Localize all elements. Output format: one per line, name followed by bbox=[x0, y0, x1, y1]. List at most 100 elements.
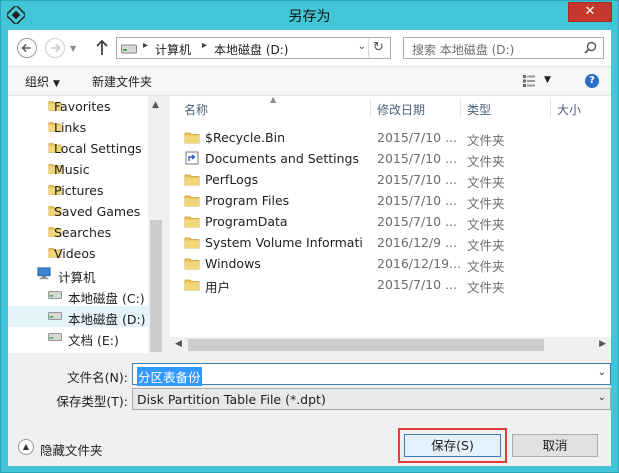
drive-icon bbox=[48, 309, 62, 324]
save-button[interactable]: 保存(S) bbox=[404, 434, 501, 457]
file-date: 2015/7/10 ... bbox=[377, 172, 457, 187]
command-toolbar: 组织 ▼ 新建文件夹 ▼ ? bbox=[8, 66, 611, 96]
file-type: 文件夹 bbox=[467, 217, 505, 232]
tree-item[interactable]: Music bbox=[8, 159, 148, 180]
file-name: ProgramData bbox=[205, 214, 288, 229]
file-row[interactable]: PerfLogs 2015/7/10 ... 文件夹 bbox=[170, 169, 611, 190]
filetype-dropdown-icon[interactable]: ⌄ bbox=[598, 392, 606, 403]
file-type: 文件夹 bbox=[467, 259, 505, 274]
tree-item[interactable]: Pictures bbox=[8, 180, 148, 201]
help-icon[interactable]: ? bbox=[585, 74, 599, 88]
file-row[interactable]: 用户 2015/7/10 ... 文件夹 bbox=[170, 274, 611, 295]
file-name: Windows bbox=[205, 256, 261, 271]
column-divider[interactable] bbox=[370, 98, 371, 118]
file-name: System Volume Informati... bbox=[205, 235, 363, 250]
horizontal-scrollbar[interactable]: ◀ ▶ bbox=[170, 337, 611, 353]
breadcrumb-separator-icon[interactable]: ▸ bbox=[202, 40, 207, 51]
scroll-right-icon[interactable]: ▶ bbox=[599, 339, 606, 349]
file-type: 文件夹 bbox=[467, 133, 505, 148]
filetype-select[interactable]: Disk Partition Table File (*.dpt) ⌄ bbox=[132, 388, 611, 410]
folder-icon bbox=[184, 214, 200, 228]
address-bar[interactable]: ▸ 计算机 ▸ 本地磁盘 (D:) ⌄ ↻ bbox=[116, 37, 391, 59]
file-row[interactable]: Program Files 2015/7/10 ... 文件夹 bbox=[170, 190, 611, 211]
file-row[interactable]: System Volume Informati... 2016/12/9 ... 文… bbox=[170, 232, 611, 253]
filename-input[interactable]: 分区表备份 ⌄ bbox=[132, 363, 611, 386]
cancel-button[interactable]: 取消 bbox=[512, 434, 598, 457]
file-date: 2015/7/10 ... bbox=[377, 277, 457, 292]
folder-icon bbox=[184, 130, 200, 144]
search-placeholder: 搜索 本地磁盘 (D:) bbox=[412, 43, 515, 57]
tree-item[interactable]: Saved Games bbox=[8, 201, 148, 222]
scroll-up-icon[interactable]: ▲ bbox=[152, 100, 159, 110]
folder-icon bbox=[184, 193, 200, 207]
column-divider[interactable] bbox=[460, 98, 461, 118]
tree-scroll-thumb[interactable] bbox=[150, 220, 162, 352]
tree-item[interactable]: 计算机 bbox=[8, 264, 148, 285]
recent-locations-caret-icon[interactable]: ▼ bbox=[70, 44, 76, 53]
file-type: 文件夹 bbox=[467, 175, 505, 190]
file-type: 文件夹 bbox=[467, 196, 505, 211]
file-type: 文件夹 bbox=[467, 238, 505, 253]
file-row[interactable]: ProgramData 2015/7/10 ... 文件夹 bbox=[170, 211, 611, 232]
file-row[interactable]: Windows 2016/12/19... 文件夹 bbox=[170, 253, 611, 274]
new-folder-button[interactable]: 新建文件夹 bbox=[92, 73, 152, 90]
column-date-modified[interactable]: 修改日期 bbox=[377, 101, 425, 118]
search-icon[interactable] bbox=[584, 41, 597, 54]
column-type[interactable]: 类型 bbox=[467, 101, 491, 118]
filetype-value: Disk Partition Table File (*.dpt) bbox=[137, 392, 326, 407]
file-date: 2015/7/10 ... bbox=[377, 214, 457, 229]
tree-item-label: 本地磁盘 (C:) bbox=[68, 291, 145, 306]
file-row[interactable]: $Recycle.Bin 2015/7/10 ... 文件夹 bbox=[170, 127, 611, 148]
forward-arrow-icon[interactable] bbox=[45, 38, 65, 58]
file-type: 文件夹 bbox=[467, 154, 505, 169]
column-size[interactable]: 大小 bbox=[557, 101, 581, 118]
file-name: PerfLogs bbox=[205, 172, 259, 187]
tree-item[interactable]: 文档 (E:) bbox=[8, 327, 148, 348]
shortcut-icon bbox=[184, 151, 200, 165]
organize-menu[interactable]: 组织 ▼ bbox=[25, 73, 60, 90]
file-row[interactable]: Documents and Settings 2015/7/10 ... 文件夹 bbox=[170, 148, 611, 169]
breadcrumb-drive-d[interactable]: 本地磁盘 (D:) bbox=[214, 41, 288, 58]
tree-scrollbar[interactable]: ▲ bbox=[148, 96, 164, 353]
refresh-icon[interactable]: ↻ bbox=[368, 39, 388, 57]
tree-item[interactable]: 本地磁盘 (D:) bbox=[8, 306, 148, 327]
navigation-tree: Favorites Links Local Settings Music Picture… bbox=[8, 96, 164, 353]
tree-item[interactable]: Favorites bbox=[8, 96, 148, 117]
tree-item-label: Videos bbox=[54, 246, 96, 261]
tree-item[interactable]: 本地磁盘 (C:) bbox=[8, 285, 148, 306]
breadcrumb-computer[interactable]: 计算机 bbox=[155, 41, 191, 58]
drive-icon bbox=[121, 44, 137, 54]
tree-item[interactable]: Local Settings bbox=[8, 138, 148, 159]
file-date: 2015/7/10 ... bbox=[377, 151, 457, 166]
organize-label: 组织 bbox=[25, 75, 50, 89]
back-arrow-icon[interactable] bbox=[17, 38, 37, 58]
drive-icon bbox=[48, 288, 62, 303]
view-options-icon[interactable] bbox=[522, 74, 536, 88]
scroll-left-icon[interactable]: ◀ bbox=[175, 339, 182, 349]
navigation-bar: ▼ ▸ 计算机 ▸ 本地磁盘 (D:) ⌄ ↻ 搜索 本地磁盘 (D:) bbox=[8, 30, 611, 66]
horizontal-scroll-thumb[interactable] bbox=[188, 339, 544, 351]
column-divider[interactable] bbox=[550, 98, 551, 118]
title-bar[interactable]: 另存为 ✕ bbox=[1, 1, 618, 29]
address-dropdown-icon[interactable]: ⌄ bbox=[358, 41, 366, 52]
save-form: 文件名(N): 分区表备份 ⌄ 保存类型(T): Disk Partition … bbox=[8, 353, 611, 466]
folder-icon bbox=[184, 256, 200, 270]
search-input[interactable]: 搜索 本地磁盘 (D:) bbox=[403, 37, 604, 59]
column-name[interactable]: 名称 bbox=[184, 101, 208, 118]
filename-value[interactable]: 分区表备份 bbox=[137, 367, 202, 386]
tree-item[interactable]: Videos bbox=[8, 243, 148, 264]
tree-item[interactable]: Links bbox=[8, 117, 148, 138]
tree-item[interactable]: Searches bbox=[8, 222, 148, 243]
view-caret-icon[interactable]: ▼ bbox=[544, 75, 551, 85]
tree-item-label: 文档 (E:) bbox=[68, 333, 119, 348]
file-name: 用户 bbox=[205, 280, 231, 295]
file-type: 文件夹 bbox=[467, 280, 505, 295]
tree-item-label: Pictures bbox=[54, 183, 104, 198]
filename-dropdown-icon[interactable]: ⌄ bbox=[598, 367, 606, 378]
file-date: 2015/7/10 ... bbox=[377, 193, 457, 208]
computer-icon bbox=[37, 267, 51, 282]
file-list: ▲ 名称 修改日期 类型 大小 $Recycle.Bin 2015/7/10 ..… bbox=[170, 96, 611, 353]
breadcrumb-separator-icon[interactable]: ▸ bbox=[143, 40, 148, 51]
close-button[interactable]: ✕ bbox=[568, 2, 612, 22]
up-arrow-icon[interactable] bbox=[94, 38, 110, 56]
